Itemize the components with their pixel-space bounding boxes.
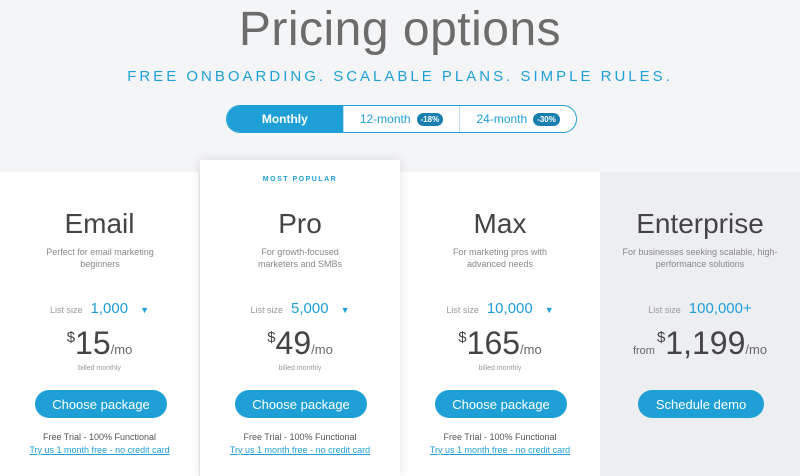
price-amount: 49 bbox=[275, 325, 312, 361]
list-size-label: List size bbox=[648, 305, 681, 315]
billing-period-toggle: Monthly 12-month -18% 24-month -30% bbox=[226, 105, 577, 133]
choose-package-button[interactable]: Choose package bbox=[35, 390, 167, 418]
plan-card-pro: MOST POPULAR Pro For growth-focused mark… bbox=[200, 160, 400, 476]
toggle-24-month[interactable]: 24-month -30% bbox=[460, 106, 576, 132]
plan-name: Enterprise bbox=[636, 208, 764, 239]
currency-symbol: $ bbox=[656, 329, 666, 346]
tagline: FREE ONBOARDING. SCALABLE PLANS. SIMPLE … bbox=[127, 68, 673, 85]
price-amount: 15 bbox=[75, 325, 111, 361]
list-size-label: List size bbox=[250, 305, 284, 315]
plan-card-max: Max For marketing pros with advanced nee… bbox=[400, 172, 600, 476]
toggle-12-month[interactable]: 12-month -18% bbox=[344, 106, 461, 132]
price-period: /mo bbox=[311, 342, 333, 357]
pricing-plans: Email Perfect for email marketing beginn… bbox=[0, 160, 800, 476]
billing-note: billed monthly bbox=[78, 365, 121, 372]
plan-card-email: Email Perfect for email marketing beginn… bbox=[0, 172, 200, 476]
plan-description: For businesses seeking scalable, high-pe… bbox=[622, 247, 778, 269]
choose-package-button[interactable]: Choose package bbox=[235, 390, 367, 418]
plan-card-enterprise: Enterprise For businesses seeking scalab… bbox=[600, 172, 800, 476]
list-size-select[interactable]: List size 1,000 ▼ bbox=[0, 300, 199, 317]
price-from-label: from bbox=[632, 345, 655, 357]
plan-price: from $ 1,199 /mo bbox=[600, 325, 800, 362]
price-period: /mo bbox=[110, 342, 133, 357]
plan-description: For growth-focused marketers and SMBs bbox=[257, 247, 343, 269]
currency-symbol: $ bbox=[458, 329, 467, 346]
plan-price: $ 15 /mo bbox=[0, 325, 199, 362]
currency-symbol: $ bbox=[267, 329, 276, 346]
plan-price: $ 49 /mo bbox=[200, 325, 400, 362]
most-popular-badge: MOST POPULAR bbox=[262, 176, 338, 183]
toggle-label: 24-month bbox=[476, 112, 528, 126]
plan-price: $ 165 /mo bbox=[400, 325, 600, 362]
plan-description: For marketing pros with advanced needs bbox=[452, 247, 548, 269]
plan-description: Perfect for email marketing beginners bbox=[46, 247, 154, 269]
currency-symbol: $ bbox=[66, 329, 76, 346]
trial-note: Free Trial - 100% Functional bbox=[243, 432, 357, 442]
list-size-label: List size bbox=[50, 305, 83, 315]
price-period: /mo bbox=[745, 342, 768, 357]
plan-name: Max bbox=[473, 208, 527, 239]
list-size-display: List size 100,000+ bbox=[600, 300, 800, 317]
list-size-select[interactable]: List size 10,000 ▼ bbox=[400, 300, 600, 317]
list-size-label: List size bbox=[446, 305, 479, 315]
trial-link[interactable]: Try us 1 month free - no credit card bbox=[200, 445, 400, 455]
list-size-value: 1,000 bbox=[90, 300, 129, 317]
price-amount: 165 bbox=[466, 325, 521, 361]
chevron-down-icon: ▼ bbox=[544, 305, 554, 315]
discount-badge: -18% bbox=[416, 112, 444, 126]
choose-package-button[interactable]: Choose package bbox=[435, 390, 567, 418]
list-size-value: 5,000 bbox=[291, 300, 329, 317]
trial-note: Free Trial - 100% Functional bbox=[443, 432, 557, 442]
toggle-label: Monthly bbox=[261, 112, 308, 126]
schedule-demo-button[interactable]: Schedule demo bbox=[638, 390, 764, 418]
page-title: Pricing options bbox=[238, 3, 562, 56]
price-amount: 1,199 bbox=[665, 325, 746, 361]
price-period: /mo bbox=[520, 342, 542, 357]
trial-link[interactable]: Try us 1 month free - no credit card bbox=[400, 445, 600, 455]
billing-note: billed monthly bbox=[278, 365, 322, 372]
list-size-value: 100,000+ bbox=[688, 300, 752, 317]
chevron-down-icon: ▼ bbox=[140, 305, 149, 315]
list-size-value: 10,000 bbox=[486, 300, 533, 317]
list-size-select[interactable]: List size 5,000 ▼ bbox=[200, 300, 400, 317]
chevron-down-icon: ▼ bbox=[340, 305, 350, 315]
toggle-label: 12-month bbox=[359, 112, 411, 126]
billing-note: billed monthly bbox=[478, 365, 522, 372]
trial-link[interactable]: Try us 1 month free - no credit card bbox=[0, 445, 199, 455]
trial-note: Free Trial - 100% Functional bbox=[42, 432, 157, 442]
toggle-monthly[interactable]: Monthly bbox=[227, 106, 344, 132]
plan-name: Email bbox=[64, 208, 135, 239]
discount-badge: -30% bbox=[533, 112, 560, 126]
plan-name: Pro bbox=[278, 208, 322, 239]
